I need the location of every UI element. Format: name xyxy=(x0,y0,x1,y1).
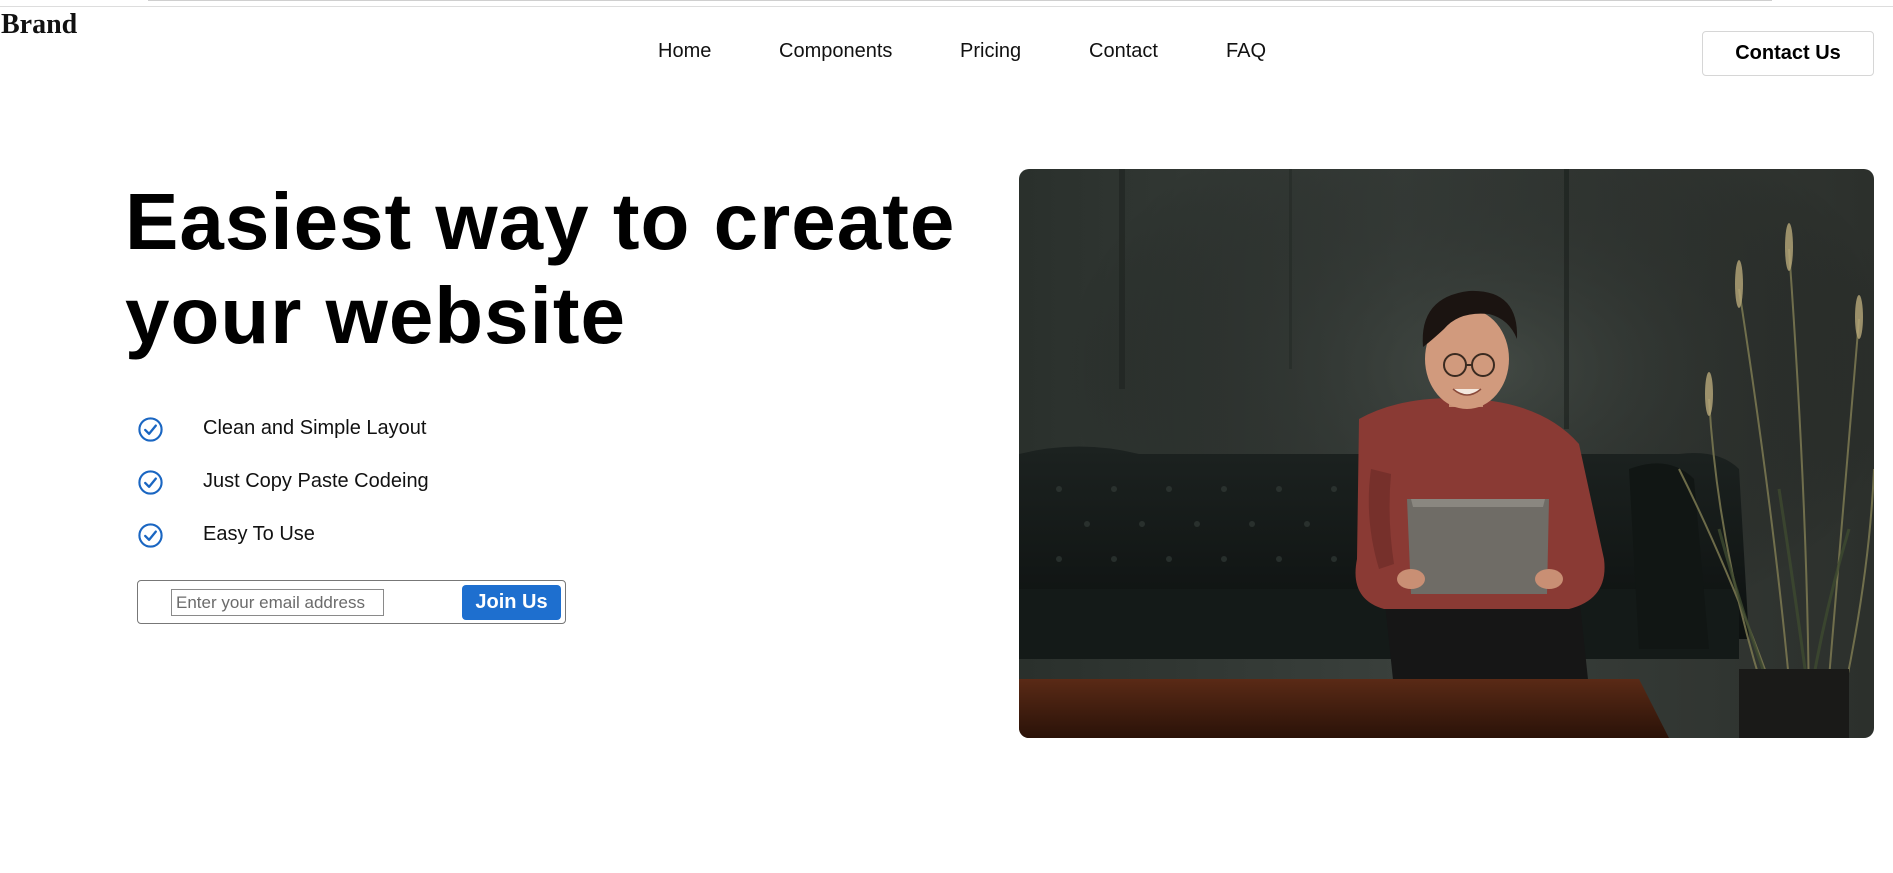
feature-label: Just Copy Paste Codeing xyxy=(203,470,429,492)
check-circle-icon xyxy=(138,470,163,495)
top-divider xyxy=(148,0,1772,1)
nav-contact[interactable]: Contact xyxy=(1089,40,1158,63)
hero-photo xyxy=(1019,169,1874,738)
nav-faq[interactable]: FAQ xyxy=(1226,40,1266,63)
nav-components[interactable]: Components xyxy=(779,40,892,63)
hero-title-line-1: Easiest way to create xyxy=(125,177,956,266)
nav-home[interactable]: Home xyxy=(658,40,711,63)
main-nav: Home Components Pricing Contact FAQ xyxy=(0,40,1893,66)
feature-label: Clean and Simple Layout xyxy=(203,417,427,439)
check-circle-icon xyxy=(138,523,163,548)
top-divider-secondary xyxy=(0,6,1893,7)
hero-title-line-2: your website xyxy=(125,271,627,360)
contact-us-button[interactable]: Contact Us xyxy=(1702,31,1874,76)
hero-title: Easiest way to create your website xyxy=(125,175,1005,363)
signup-form: Join Us xyxy=(137,580,566,624)
join-us-button[interactable]: Join Us xyxy=(462,585,561,620)
check-circle-icon xyxy=(138,417,163,442)
email-input[interactable] xyxy=(171,589,384,616)
nav-pricing[interactable]: Pricing xyxy=(960,40,1021,63)
hero-image xyxy=(1019,169,1874,738)
brand-logo[interactable]: Brand xyxy=(1,9,77,41)
feature-label: Easy To Use xyxy=(203,523,315,545)
